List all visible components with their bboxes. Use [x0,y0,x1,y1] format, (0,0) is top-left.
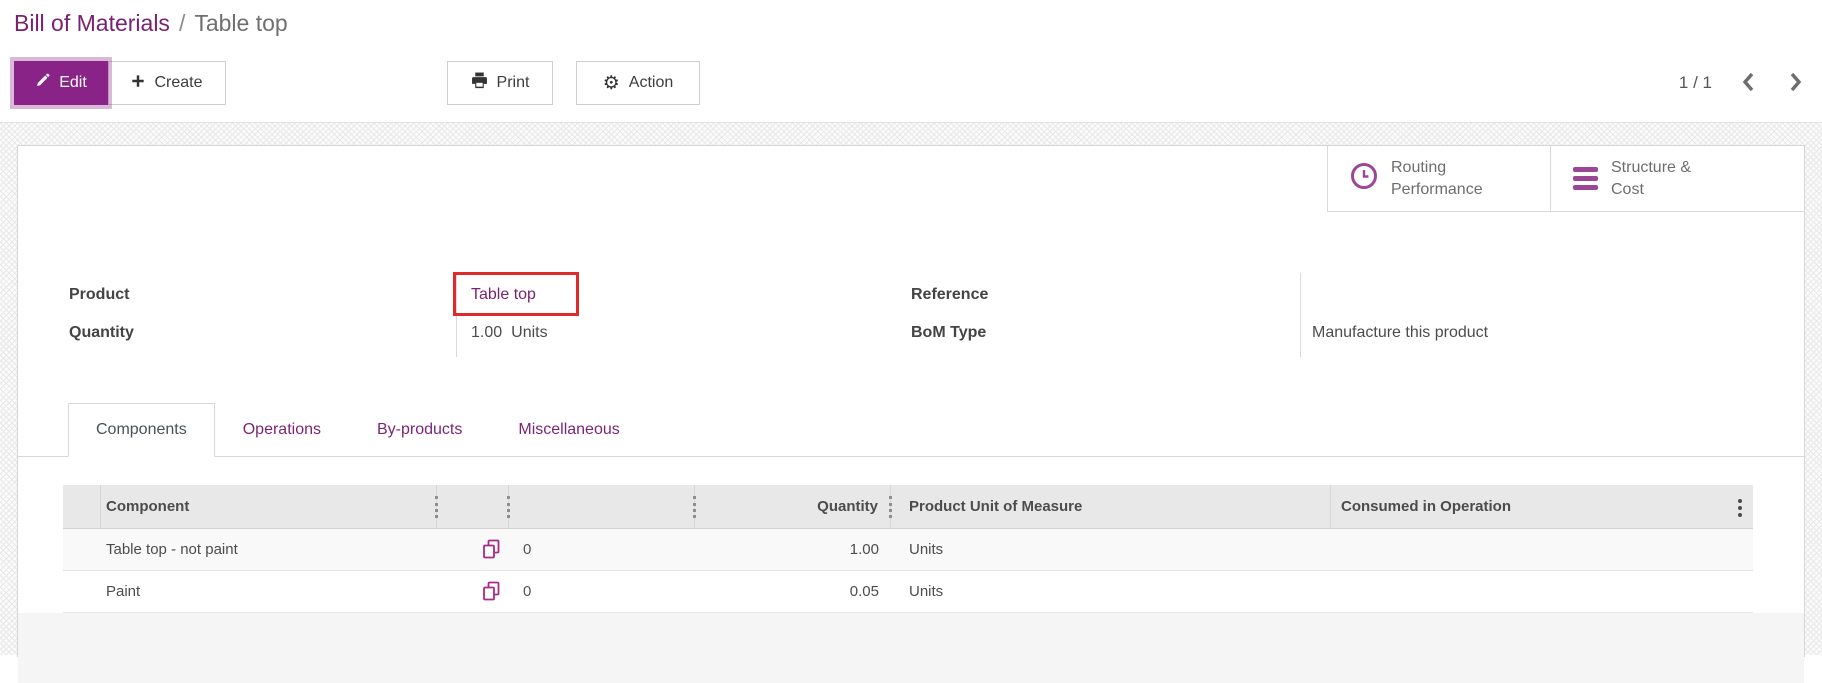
quantity-unit: Units [511,324,548,341]
field-labels-right: Reference BoM Type [911,276,988,352]
action-button-label: Action [628,74,674,91]
component-consumed-in-operation [1331,529,1753,570]
chevron-left-icon [1742,72,1755,95]
form-sheet: Routing Performance Structure & Cost Pro… [17,145,1805,683]
create-button[interactable]: Create [108,61,226,105]
notebook-tabs: Components Operations By-products Miscel… [18,403,1804,457]
header-variant-count-column [509,485,696,528]
table-row[interactable]: Table top - not paint 0 1.00 Units [63,529,1753,571]
quantity-label: Quantity [69,324,134,341]
component-quantity: 0.05 [849,583,879,600]
header-quantity[interactable]: Quantity [695,485,892,528]
breadcrumb: Bill of Materials / Table top [14,10,288,37]
clock-icon [1350,162,1378,195]
component-consumed-in-operation [1331,571,1753,612]
component-uom: Units [909,583,944,600]
header-product-unit-of-measure[interactable]: Product Unit of Measure [891,485,1331,528]
field-separator-right [1300,273,1301,357]
component-uom: Units [909,541,944,558]
variant-count: 0 [523,583,532,600]
structure-cost-button[interactable]: Structure & Cost [1550,146,1804,211]
field-values-left: Table top 1.00 Units [471,276,548,352]
product-label: Product [69,286,130,303]
table-footer-area [18,613,1804,683]
header-component[interactable]: Component [101,485,438,528]
component-quantity: 1.00 [849,541,879,558]
optional-columns-toggle[interactable] [1737,498,1743,522]
row-drag-handle [63,571,101,612]
tab-by-products[interactable]: By-products [349,403,490,456]
breadcrumb-current: Table top [194,10,288,36]
field-labels-left: Product Quantity [69,276,134,352]
components-table-header: Component Quantity Product Unit of Measu… [63,485,1753,529]
routing-performance-button[interactable]: Routing Performance [1327,146,1550,211]
component-name: Paint [106,583,141,600]
bom-type-value: Manufacture this product [1312,324,1489,341]
gear-icon: ⚙ [602,72,620,94]
pager-previous-button[interactable] [1738,68,1759,99]
control-panel: Bill of Materials / Table top Edit Create … [0,0,1822,123]
header-drag-handle-column [63,485,101,528]
pencil-icon [35,73,50,93]
tab-components[interactable]: Components [68,403,215,457]
field-values-right: Manufacture this product [1312,276,1488,352]
pager: 1 / 1 [1679,61,1806,105]
tab-operations[interactable]: Operations [215,403,349,456]
routing-performance-label: Routing Performance [1391,158,1483,198]
action-button[interactable]: ⚙ Action [576,61,700,105]
chevron-right-icon [1789,72,1802,95]
print-button-label: Print [496,74,530,91]
row-drag-handle [63,529,101,570]
component-name: Table top - not paint [106,541,238,558]
pager-count: 1 / 1 [1678,73,1712,92]
content-background: Routing Performance Structure & Cost Pro… [0,123,1822,683]
breadcrumb-bill-of-materials[interactable]: Bill of Materials [14,10,170,36]
variant-count: 0 [523,541,532,558]
pager-next-button[interactable] [1785,68,1806,99]
header-variants-column [437,485,510,528]
edit-button-label: Edit [59,74,87,91]
bars-icon [1573,167,1598,190]
header-consumed-in-operation[interactable]: Consumed in Operation [1331,485,1753,528]
field-separator-left [456,273,457,357]
breadcrumb-separator: / [178,10,186,36]
print-button[interactable]: Print [447,61,553,105]
quantity-value: 1.00 [471,324,503,341]
components-table: Component Quantity Product Unit of Measu… [63,485,1753,613]
header-consumed-label: Consumed in Operation [1341,498,1512,515]
copy-variants-icon [437,571,509,612]
bom-type-label: BoM Type [911,324,987,341]
bill-of-materials-form-view: Bill of Materials / Table top Edit Create … [0,0,1822,683]
tab-miscellaneous[interactable]: Miscellaneous [490,403,647,456]
table-row[interactable]: Paint 0 0.05 Units [63,571,1753,613]
smart-button-box: Routing Performance Structure & Cost [1327,146,1804,212]
printer-icon [471,72,488,94]
plus-icon [131,74,145,93]
edit-button[interactable]: Edit [14,61,108,105]
create-button-label: Create [154,74,203,91]
structure-cost-label: Structure & Cost [1611,158,1692,198]
reference-label: Reference [911,286,989,303]
copy-variants-icon [437,529,509,570]
product-value-link[interactable]: Table top [471,286,536,304]
